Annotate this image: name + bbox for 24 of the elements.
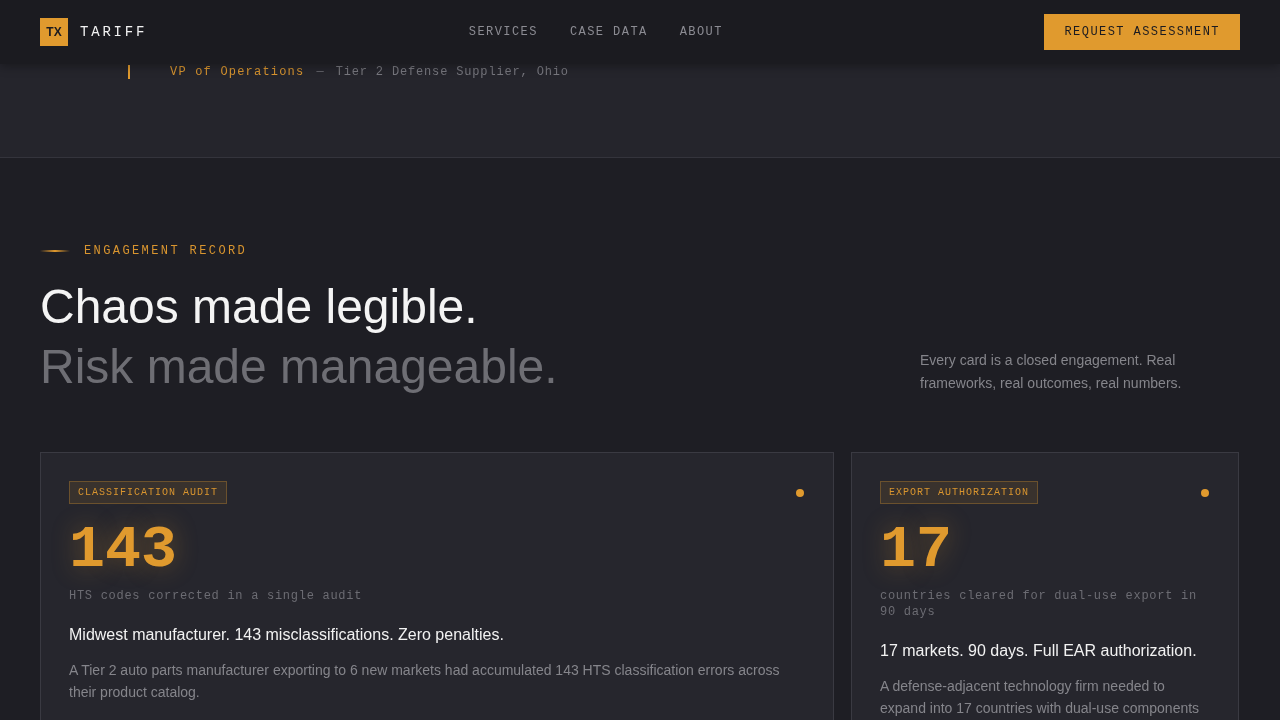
case-description: A Tier 2 auto parts manufacturer exporting to 6 new markets had accumulated 143 HTS classification errors across their product catalog. bbox=[69, 661, 781, 702]
headline-muted: Risk made manageable. bbox=[40, 339, 558, 395]
stat-label: HTS codes corrected in a single audit bbox=[69, 588, 364, 604]
section-eyebrow: ENGAGEMENT RECORD bbox=[84, 243, 248, 260]
nav-link[interactable]: SERVICES bbox=[468, 23, 538, 41]
request-assessment-button[interactable]: REQUEST ASSESSMENT bbox=[1044, 14, 1240, 50]
author-role: VP of Operations bbox=[170, 64, 305, 80]
case-description: A defense-adjacent technology firm needed to expand into 17 countries with dual-use components bbox=[880, 677, 1201, 718]
stat-number: 17 bbox=[880, 520, 952, 580]
stat-number: 143 bbox=[69, 520, 178, 580]
brand-name: TARIFF bbox=[80, 22, 148, 42]
dash-separator: — bbox=[316, 64, 324, 80]
headline: Chaos made legible. bbox=[40, 279, 479, 335]
accent-rule bbox=[40, 250, 70, 252]
case-title: Midwest manufacturer. 143 misclassifications. Zero penalties. bbox=[69, 625, 505, 645]
category-tag: EXPORT AUTHORIZATION bbox=[880, 481, 1039, 504]
stat-label: countries cleared for dual-use export in 90 days bbox=[880, 588, 1198, 620]
author-company: Tier 2 Defense Supplier, Ohio bbox=[335, 64, 569, 80]
section-intro: Every card is a closed engagement. Real frameworks, real outcomes, real numbers. bbox=[920, 351, 1183, 393]
category-tag: CLASSIFICATION AUDIT bbox=[69, 481, 228, 504]
nav-link[interactable]: CASE DATA bbox=[569, 23, 648, 41]
logo-mark: TX bbox=[40, 18, 68, 46]
nav-link[interactable]: ABOUT bbox=[679, 23, 723, 41]
case-title: 17 markets. 90 days. Full EAR authorization. bbox=[880, 641, 1198, 661]
